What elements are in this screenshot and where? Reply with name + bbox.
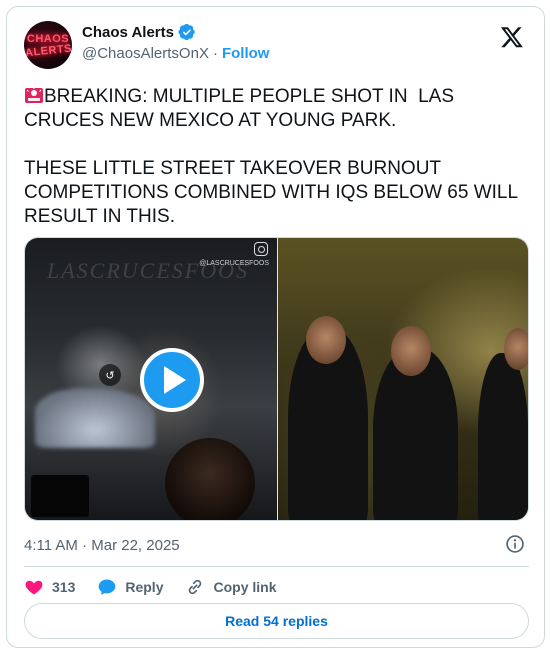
video-frame-left: LASCRUCESFOOS @LASCRUCESFOOS ↺ ↻ xyxy=(25,238,277,520)
dark-overlay xyxy=(31,475,89,517)
seek-back-button[interactable]: ↺ xyxy=(99,364,121,386)
action-bar: 313 Reply Copy link xyxy=(24,573,299,601)
handle-row: @ChaosAlertsOnX · Follow xyxy=(82,45,269,62)
display-name[interactable]: Chaos Alerts xyxy=(82,24,174,41)
tweet-text-line1: BREAKING: MULTIPLE PEOPLE SHOT IN LAS CR… xyxy=(24,86,460,131)
face-image xyxy=(504,328,528,370)
heart-icon xyxy=(25,580,43,595)
reply-label: Reply xyxy=(125,579,164,595)
ig-handle-text: @LASCRUCESFOOS xyxy=(199,260,269,267)
play-button[interactable] xyxy=(140,348,204,412)
tweet-card: CHAOS ALERTS Chaos Alerts @ChaosAlertsOn… xyxy=(6,6,545,648)
video-frame-right xyxy=(278,238,528,520)
copy-link-button[interactable]: Copy link xyxy=(185,577,277,597)
face-image xyxy=(306,316,346,364)
follow-button[interactable]: Follow xyxy=(222,45,270,62)
info-icon[interactable] xyxy=(505,534,525,554)
video-media[interactable]: LASCRUCESFOOS @LASCRUCESFOOS ↺ ↻ xyxy=(24,237,529,521)
avatar[interactable]: CHAOS ALERTS xyxy=(24,21,72,69)
read-replies-button[interactable]: Read 54 replies xyxy=(24,603,529,639)
separator-dot: · xyxy=(212,45,218,62)
tweet-text-line2: THESE LITTLE STREET TAKEOVER BURNOUT COM… xyxy=(24,158,523,227)
siren-icon xyxy=(25,87,43,103)
reply-button[interactable]: Reply xyxy=(97,577,163,597)
play-icon xyxy=(164,366,186,394)
name-row: Chaos Alerts xyxy=(82,23,196,41)
like-count: 313 xyxy=(52,579,76,595)
car-image xyxy=(35,388,155,448)
reply-bubble-icon xyxy=(99,579,116,595)
timestamp[interactable]: 4:11 AM · Mar 22, 2025 xyxy=(24,537,180,554)
divider xyxy=(24,566,529,567)
like-button[interactable]: 313 xyxy=(24,577,75,597)
person-image xyxy=(478,353,528,520)
verified-badge-icon xyxy=(178,23,195,41)
tweet-text: BREAKING: MULTIPLE PEOPLE SHOT IN LAS CR… xyxy=(24,85,529,229)
x-logo-icon[interactable] xyxy=(500,25,524,49)
user-handle[interactable]: @ChaosAlertsOnX xyxy=(82,45,209,62)
copy-link-label: Copy link xyxy=(213,579,277,595)
face-image xyxy=(391,326,431,376)
instagram-icon xyxy=(254,242,268,256)
avatar-text-line2: ALERTS xyxy=(24,42,72,60)
link-icon xyxy=(189,579,202,595)
spectator-image xyxy=(165,438,255,520)
